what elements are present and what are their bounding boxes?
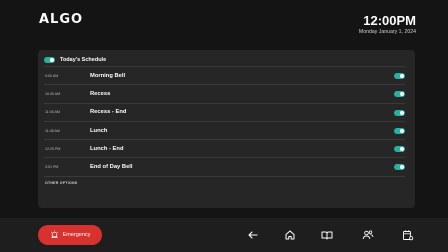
other-options-link[interactable]: OTHER OPTIONS [45, 181, 77, 185]
event-toggle[interactable] [394, 127, 405, 134]
home-icon[interactable] [283, 228, 297, 242]
clock-date: Monday January 1, 2024 [358, 29, 416, 35]
event-name: Recess [90, 90, 111, 97]
event-time: 10:30 AM [45, 91, 61, 96]
event-time: 9:00 AM [45, 73, 59, 78]
event-toggle[interactable] [394, 109, 405, 116]
event-toggle[interactable] [394, 146, 405, 153]
emergency-label: Emergency [62, 232, 91, 238]
back-arrow-icon[interactable] [246, 228, 260, 242]
event-toggle[interactable] [394, 73, 405, 79]
book-icon[interactable] [320, 228, 334, 242]
event-toggle[interactable] [394, 164, 405, 171]
event-name: Recess - End [90, 109, 127, 116]
calendar-settings-icon[interactable] [401, 228, 415, 242]
schedule-header: Today's Schedule [44, 54, 106, 66]
event-name: Morning Bell [90, 72, 126, 79]
schedule-row[interactable]: 3:01 PM End of Day Bell [44, 158, 405, 177]
event-name: Lunch [90, 127, 108, 134]
emergency-button[interactable]: Emergency [38, 225, 102, 245]
schedule-toggle[interactable] [44, 57, 55, 63]
top-bar: ALGO 12:00PM Monday January 1, 2024 [0, 0, 448, 46]
schedule-panel: Today's Schedule 9:00 AM Morning Bell 10… [38, 50, 415, 208]
bottom-nav-bar: Emergency [0, 218, 448, 252]
schedule-row[interactable]: 11:00 AM Recess - End [44, 104, 405, 122]
schedule-row[interactable]: 11:45 AM Lunch [44, 122, 405, 141]
event-name: Lunch - End [90, 145, 124, 152]
event-time: 3:01 PM [45, 165, 59, 170]
schedule-row[interactable]: 10:30 AM Recess [44, 85, 405, 104]
schedule-row[interactable]: 9:00 AM Morning Bell [44, 67, 405, 86]
event-name: End of Day Bell [90, 164, 133, 171]
schedule-row[interactable]: 12:25 PM Lunch - End [44, 140, 405, 159]
event-toggle[interactable] [394, 91, 405, 98]
schedule-list: 9:00 AM Morning Bell 10:30 AM Recess 11:… [44, 66, 405, 177]
users-icon[interactable] [361, 228, 375, 242]
app-logo: ALGO [39, 12, 84, 27]
clock-time: 12:00PM [363, 13, 416, 28]
event-time: 11:45 AM [45, 128, 60, 133]
event-time: 12:25 PM [45, 146, 61, 151]
event-time: 11:00 AM [45, 110, 60, 115]
siren-icon [50, 226, 59, 244]
schedule-title: Today's Schedule [60, 57, 107, 63]
